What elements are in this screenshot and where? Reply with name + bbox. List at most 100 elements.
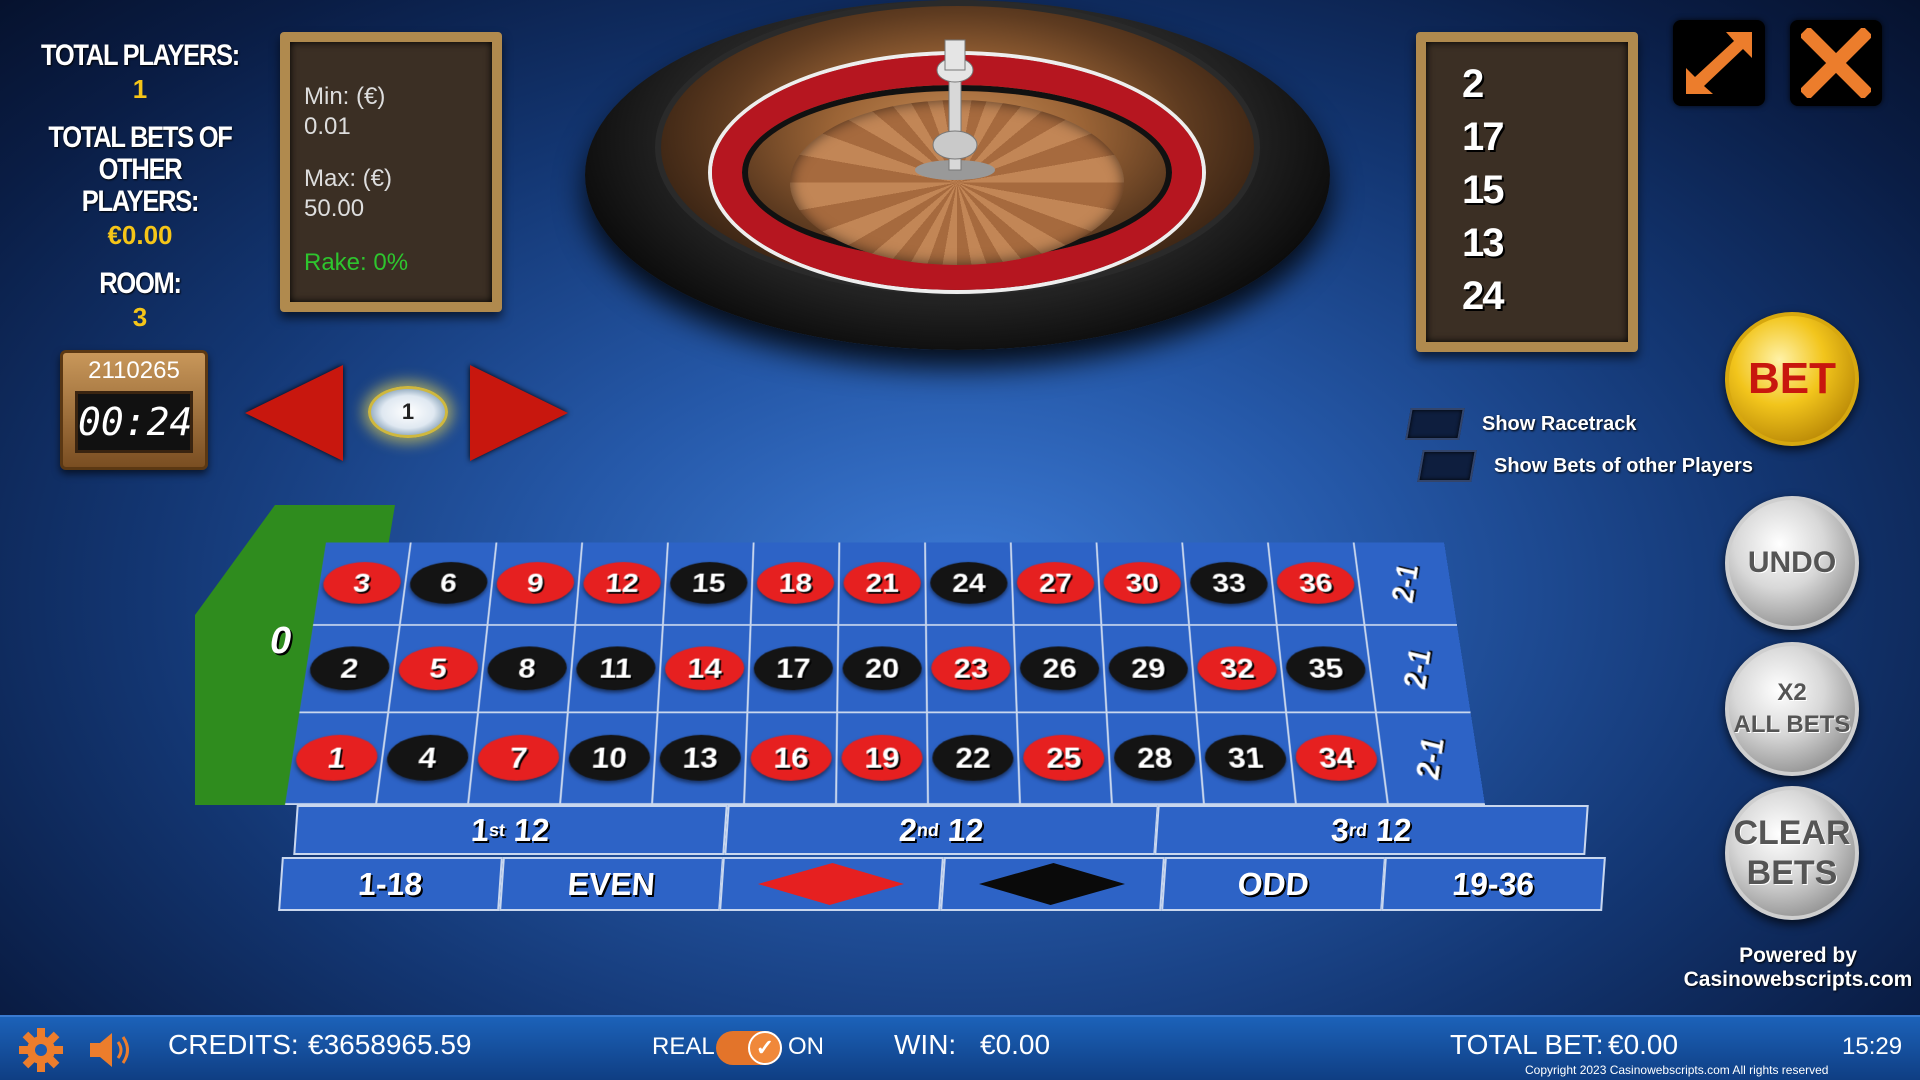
- expand-icon: [1686, 32, 1752, 94]
- bet-cell-number[interactable]: 6: [400, 542, 498, 626]
- bet-cell-number[interactable]: 11: [568, 625, 664, 714]
- clock: 15:29: [1842, 1033, 1903, 1060]
- credits-label: CREDITS:: [168, 1029, 299, 1060]
- show-racetrack-checkbox[interactable]: [1405, 408, 1465, 440]
- bet-cell-column[interactable]: 2-1: [1365, 625, 1471, 714]
- bet-cell-number[interactable]: 23: [926, 625, 1018, 714]
- number-disc: 28: [1112, 734, 1198, 781]
- bet-cell-dozen-2[interactable]: 2nd 12: [723, 805, 1159, 855]
- bet-cell-number[interactable]: 4: [377, 713, 479, 805]
- history-number: 24: [1462, 274, 1505, 318]
- bet-button[interactable]: BET: [1725, 312, 1859, 446]
- number-disc: 31: [1203, 734, 1289, 781]
- bet-cell-number[interactable]: 5: [389, 625, 489, 714]
- close-button[interactable]: [1790, 20, 1882, 106]
- bet-cell-number[interactable]: 8: [478, 625, 577, 714]
- bet-cell-number[interactable]: 30: [1097, 542, 1191, 626]
- outside-bets-row: 1-18 EVEN ODD 19-36: [278, 857, 1606, 911]
- undo-button-label: UNDO: [1747, 546, 1837, 579]
- high-label: 19-36: [1451, 865, 1536, 902]
- bet-cell-number[interactable]: 10: [561, 713, 659, 805]
- number-disc: 17: [753, 646, 834, 691]
- bet-cell-low[interactable]: 1-18: [278, 857, 503, 911]
- column-bet-label: 2-1: [1396, 644, 1438, 692]
- bet-cell-number[interactable]: 16: [745, 713, 839, 805]
- dozen-1-sup: st: [488, 819, 506, 840]
- wheel-spindle-icon: [915, 39, 995, 180]
- bet-cell-dozen-1[interactable]: 1st 12: [293, 805, 728, 855]
- show-racetrack-option[interactable]: Show Racetrack: [1405, 408, 1637, 440]
- settings-gear-icon[interactable]: [18, 1027, 64, 1073]
- check-icon: ✓: [748, 1031, 782, 1065]
- bet-cell-number[interactable]: 36: [1268, 542, 1366, 626]
- double-bets-button[interactable]: X2 ALL BETS: [1725, 642, 1859, 776]
- bet-cell-number[interactable]: 17: [748, 625, 840, 714]
- bet-cell-number[interactable]: 22: [927, 713, 1021, 805]
- bet-cell-number[interactable]: 18: [751, 542, 841, 626]
- bet-cell-number[interactable]: 33: [1183, 542, 1278, 626]
- number-disc: 25: [1022, 734, 1106, 781]
- history-number: 2: [1462, 62, 1484, 106]
- bet-cell-number[interactable]: 12: [576, 542, 669, 626]
- number-disc: 23: [931, 646, 1012, 691]
- bet-cell-high[interactable]: 19-36: [1381, 857, 1606, 911]
- bet-cell-number[interactable]: 27: [1011, 542, 1103, 626]
- bet-cell-number[interactable]: 15: [663, 542, 755, 626]
- bet-cell-column[interactable]: 2-1: [1376, 713, 1485, 805]
- fullscreen-button[interactable]: [1673, 20, 1765, 106]
- dozen-3-rest: 12: [1366, 811, 1414, 848]
- number-disc: 32: [1195, 646, 1279, 691]
- bet-cell-even[interactable]: EVEN: [498, 857, 724, 911]
- bet-cell-column[interactable]: 2-1: [1354, 542, 1458, 626]
- red-diamond-icon: [758, 863, 905, 905]
- sound-speaker-icon[interactable]: [86, 1029, 136, 1071]
- total-players-value: 1: [132, 74, 148, 104]
- total-bet-label: TOTAL BET:: [1450, 1029, 1604, 1060]
- bet-cell-number[interactable]: 28: [1107, 713, 1205, 805]
- show-other-bets-checkbox[interactable]: [1417, 450, 1477, 482]
- number-disc: 8: [485, 646, 569, 691]
- double-bets-label-1: X2: [1777, 679, 1807, 706]
- bet-cell-number[interactable]: 31: [1197, 713, 1297, 805]
- bet-cell-number[interactable]: 26: [1014, 625, 1108, 714]
- bet-cell-red[interactable]: [719, 857, 944, 911]
- bet-cell-number[interactable]: 9: [488, 542, 584, 626]
- limits-board: Min: (€) 0.01 Max: (€) 50.00 Rake: 0%: [280, 32, 502, 312]
- number-disc: 14: [663, 646, 746, 691]
- bet-cell-number[interactable]: 29: [1102, 625, 1198, 714]
- powered-by: Powered by Casinowebscripts.com: [1680, 944, 1916, 992]
- number-disc: 13: [658, 734, 742, 781]
- undo-button[interactable]: UNDO: [1725, 496, 1859, 630]
- bet-cell-odd[interactable]: ODD: [1160, 857, 1386, 911]
- show-other-bets-option[interactable]: Show Bets of other Players: [1417, 450, 1753, 482]
- bet-cell-number[interactable]: 21: [839, 542, 927, 626]
- next-chip-arrow[interactable]: [470, 365, 568, 461]
- bet-cell-number[interactable]: 20: [838, 625, 928, 714]
- bet-cell-number[interactable]: 35: [1277, 625, 1377, 714]
- win-value: €0.00: [980, 1029, 1051, 1060]
- bet-cell-dozen-3[interactable]: 3rd 12: [1154, 805, 1589, 855]
- real-mode-toggle[interactable]: ✓: [716, 1031, 782, 1065]
- selected-chip[interactable]: 1: [368, 386, 448, 438]
- max-limit-label: Max: (€): [304, 165, 393, 192]
- dozen-bets-row: 1st 12 2nd 12 3rd 12: [293, 805, 1589, 855]
- bet-cell-number[interactable]: 3: [312, 542, 412, 626]
- bet-cell-number[interactable]: 25: [1017, 713, 1113, 805]
- show-other-bets-label: Show Bets of other Players: [1494, 454, 1753, 477]
- bet-cell-black[interactable]: [940, 857, 1165, 911]
- number-disc: 30: [1102, 562, 1183, 604]
- bet-cell-number[interactable]: 7: [469, 713, 569, 805]
- bet-cell-number[interactable]: 34: [1287, 713, 1389, 805]
- history-number: 17: [1462, 115, 1505, 159]
- bet-cell-number[interactable]: 32: [1190, 625, 1288, 714]
- bet-cell-number[interactable]: 24: [925, 542, 1015, 626]
- bet-cell-number[interactable]: 19: [837, 713, 929, 805]
- bet-cell-number[interactable]: 14: [658, 625, 752, 714]
- prev-chip-arrow[interactable]: [245, 365, 343, 461]
- bet-cell-number[interactable]: 1: [285, 713, 390, 805]
- bet-cell-number[interactable]: 2: [299, 625, 401, 714]
- dozen-1-base: 1: [469, 811, 491, 848]
- number-disc: 27: [1016, 562, 1096, 604]
- clear-bets-button[interactable]: CLEAR BETS: [1725, 786, 1859, 920]
- bet-cell-number[interactable]: 13: [653, 713, 749, 805]
